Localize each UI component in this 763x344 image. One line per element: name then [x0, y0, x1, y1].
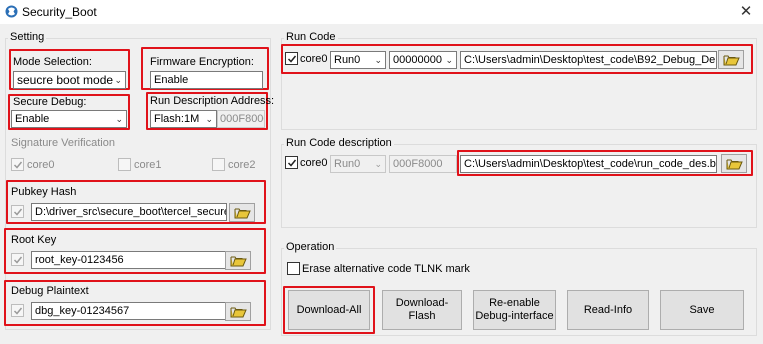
- run-desc-address-combo[interactable]: 000F8000: [389, 155, 457, 173]
- chevron-down-icon: ⌄: [114, 75, 122, 85]
- mode-selection-value: seucre boot mode: [17, 73, 114, 87]
- download-flash-button[interactable]: Download-Flash: [382, 290, 462, 330]
- flash-size-value: Flash:1M: [154, 113, 200, 125]
- sig-core2-checkbox[interactable]: [212, 158, 225, 171]
- sig-core0-label: core0: [27, 159, 55, 171]
- run-code-address-combo[interactable]: 00000000 ⌄: [389, 51, 457, 69]
- chevron-down-icon: ⌄: [115, 114, 123, 124]
- chevron-down-icon: ⌄: [445, 55, 453, 65]
- setting-group-label: Setting: [8, 31, 47, 43]
- checkmark-icon: [13, 307, 23, 315]
- sig-core0-checkbox[interactable]: [11, 158, 24, 171]
- folder-open-icon: [234, 208, 251, 219]
- firmware-encryption-label: Firmware Encryption:: [150, 56, 254, 68]
- chevron-down-icon: ⌄: [205, 114, 213, 124]
- run-desc-core0-checkbox[interactable]: [285, 156, 298, 169]
- secure-debug-combo[interactable]: Enable ⌄: [11, 110, 127, 128]
- read-info-button[interactable]: Read-Info: [567, 290, 649, 330]
- debug-plaintext-browse-button[interactable]: [225, 302, 251, 321]
- checkmark-icon: [13, 161, 23, 169]
- checkmark-icon: [287, 159, 297, 167]
- save-button[interactable]: Save: [660, 290, 744, 330]
- firmware-encryption-combo[interactable]: Enable: [150, 71, 263, 89]
- sig-core2-label: core2: [228, 159, 256, 171]
- checkmark-icon: [287, 55, 297, 63]
- run-desc-browse-button[interactable]: [721, 154, 747, 173]
- window-title: Security_Boot: [22, 5, 97, 19]
- title-bar: Security_Boot ✕: [0, 0, 763, 24]
- run-code-path-field[interactable]: C:\Users\admin\Desktop\test_code\B92_Deb…: [460, 51, 717, 69]
- run-desc-run-combo[interactable]: Run0 ⌄: [330, 155, 386, 173]
- flash-size-combo[interactable]: Flash:1M ⌄: [150, 110, 217, 128]
- erase-tlnk-checkbox[interactable]: [287, 262, 300, 275]
- mode-selection-combo[interactable]: seucre boot mode ⌄: [13, 71, 126, 89]
- checkmark-icon: [13, 208, 23, 216]
- security-boot-window: Security_Boot ✕ Setting Mode Selection: …: [0, 0, 763, 344]
- debug-plaintext-checkbox[interactable]: [11, 304, 24, 317]
- run-code-run-combo[interactable]: Run0 ⌄: [330, 51, 386, 69]
- debug-plaintext-label: Debug Plaintext: [11, 285, 89, 297]
- secure-debug-label: Secure Debug:: [13, 96, 87, 108]
- folder-open-icon: [230, 307, 247, 318]
- root-key-checkbox[interactable]: [11, 253, 24, 266]
- pubkey-hash-label: Pubkey Hash: [11, 186, 77, 198]
- run-desc-core0-label: core0: [300, 157, 328, 169]
- run-description-address-label: Run Description Address:: [150, 95, 275, 107]
- folder-open-icon: [723, 55, 740, 66]
- app-logo-icon: [5, 5, 18, 18]
- erase-tlnk-label: Erase alternative code TLNK mark: [302, 263, 470, 275]
- secure-debug-value: Enable: [15, 113, 50, 125]
- run-code-group-label: Run Code: [284, 31, 338, 43]
- root-key-field[interactable]: root_key-0123456: [31, 251, 227, 269]
- debug-plaintext-field[interactable]: dbg_key-01234567: [31, 302, 227, 320]
- operation-group-label: Operation: [284, 241, 337, 253]
- run-desc-path-field[interactable]: C:\Users\admin\Desktop\test_code\run_cod…: [460, 155, 717, 173]
- run-code-core0-checkbox[interactable]: [285, 52, 298, 65]
- close-icon[interactable]: ✕: [736, 3, 756, 21]
- folder-open-icon: [726, 159, 743, 170]
- checkmark-icon: [13, 256, 23, 264]
- firmware-encryption-value: Enable: [154, 74, 189, 86]
- mode-selection-label: Mode Selection:: [13, 56, 92, 68]
- pubkey-hash-checkbox[interactable]: [11, 205, 24, 218]
- root-key-browse-button[interactable]: [225, 251, 251, 270]
- download-all-button[interactable]: Download-All: [288, 290, 370, 330]
- pubkey-hash-field[interactable]: D:\driver_src\secure_boot\tercel_secure\…: [31, 203, 227, 221]
- run-code-description-group-label: Run Code description: [284, 137, 394, 149]
- run-code-browse-button[interactable]: [718, 50, 744, 69]
- pubkey-hash-browse-button[interactable]: [229, 203, 255, 222]
- run-code-core0-label: core0: [300, 53, 328, 65]
- root-key-label: Root Key: [11, 234, 57, 246]
- run-description-address-field[interactable]: 000F8000: [217, 110, 265, 128]
- sig-core1-label: core1: [134, 159, 162, 171]
- reenable-debug-interface-button[interactable]: Re-enable Debug-interface: [473, 290, 556, 330]
- folder-open-icon: [230, 256, 247, 267]
- signature-verification-label: Signature Verification: [11, 137, 115, 149]
- chevron-down-icon: ⌄: [374, 159, 382, 169]
- chevron-down-icon: ⌄: [374, 55, 382, 65]
- sig-core1-checkbox[interactable]: [118, 158, 131, 171]
